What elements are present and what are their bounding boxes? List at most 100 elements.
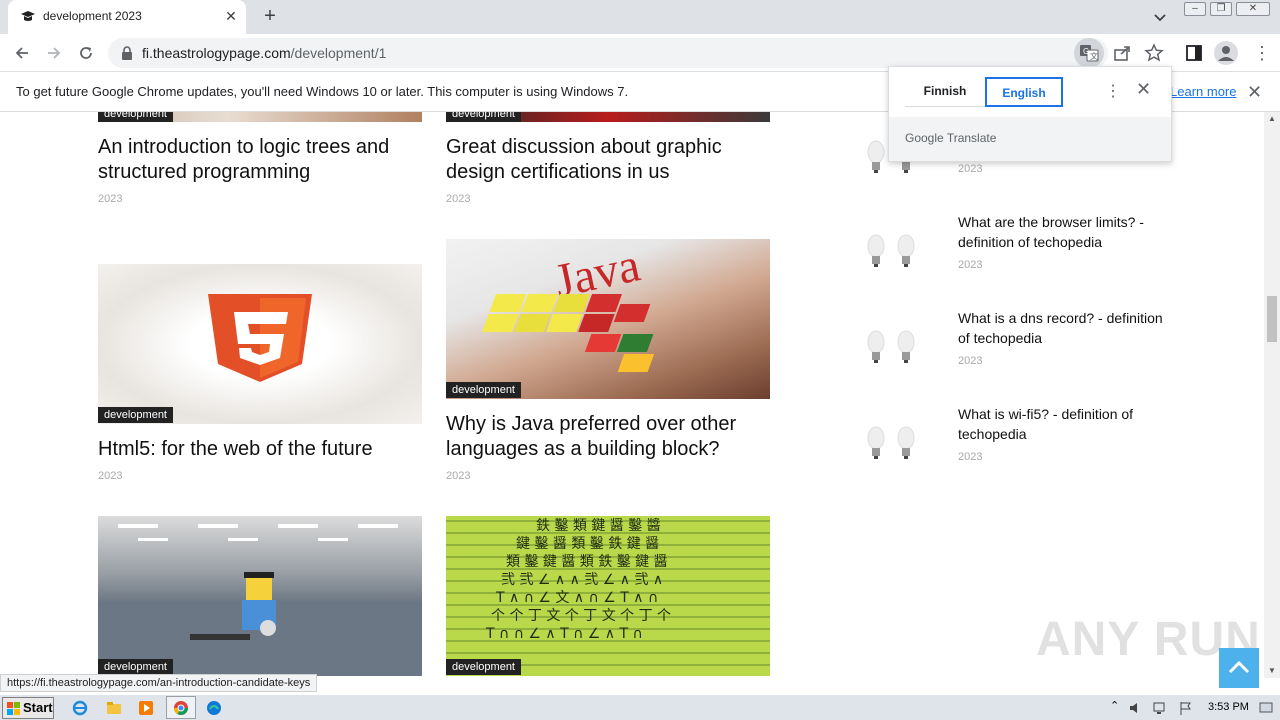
tab-strip: development 2023 ✕ + – ❐ ✕	[0, 0, 1280, 34]
post-title[interactable]: Great discussion about graphic design ce…	[446, 135, 770, 185]
post-title[interactable]: Html5: for the web of the future	[98, 437, 422, 462]
translate-menu-icon[interactable]: ⋮	[1105, 81, 1121, 101]
svg-text:鍵 鑿 醤 類 鑿 鉄 鍵 醤: 鍵 鑿 醤 類 鑿 鉄 鍵 醤	[516, 536, 659, 552]
chrome-taskbar-button[interactable]	[166, 696, 196, 719]
edge-icon[interactable]	[206, 700, 222, 716]
chevron-up-icon	[1228, 660, 1250, 674]
page-scrollbar[interactable]: ▲ ▼	[1264, 112, 1280, 678]
sidebar-year: 2023	[958, 451, 983, 463]
folder-icon[interactable]	[106, 700, 122, 716]
internet-explorer-icon[interactable]	[72, 700, 88, 716]
svg-text:个 个 丁 文 个 丁 文 个 丁 个: 个 个 丁 文 个 丁 文 个 丁 个	[491, 608, 671, 624]
scrollbar-thumb[interactable]	[1267, 296, 1277, 342]
volume-icon[interactable]	[1128, 700, 1144, 716]
address-bar[interactable]: fi.theastrologypage.com/development/1 G …	[108, 38, 1164, 68]
category-badge[interactable]: development	[98, 659, 173, 675]
post-year: 2023	[446, 470, 471, 482]
post-year: 2023	[446, 193, 471, 205]
post-year: 2023	[98, 470, 123, 482]
tab-title: development 2023	[43, 9, 142, 23]
infobar-close-icon[interactable]: ✕	[1247, 82, 1262, 103]
browser-tab[interactable]: development 2023 ✕	[8, 0, 246, 34]
window-close-button[interactable]: ✕	[1236, 2, 1270, 16]
category-badge[interactable]: development	[98, 407, 173, 423]
sidebar-title[interactable]: What is a dns record? - definition of te…	[958, 308, 1178, 348]
url-host: fi.theastrologypage.com	[142, 45, 291, 61]
translate-popup: Finnish English ⋮ ✕ Google Translate	[888, 66, 1172, 162]
source-language-tab[interactable]: Finnish	[905, 77, 985, 107]
translate-button[interactable]: G 文	[1074, 38, 1104, 68]
post-thumbnail[interactable]: 鉄 鑿 類 鍵 醤 鑿 醬 鍵 鑿 醤 類 鑿 鉄 鍵 醤 類 鑿 鍵 醤 類 …	[446, 516, 770, 676]
page-content: development An introduction to logic tre…	[0, 112, 1264, 678]
arrow-left-icon	[15, 47, 28, 59]
sidebar-year: 2023	[958, 259, 983, 271]
category-badge[interactable]: development	[446, 112, 521, 122]
new-tab-button[interactable]: +	[260, 6, 280, 26]
share-icon[interactable]	[1112, 43, 1132, 63]
sidebar-thumbnail[interactable]	[862, 322, 918, 382]
category-badge[interactable]: development	[446, 659, 521, 675]
windows-taskbar: Start ⌃ 3:53 PM	[0, 694, 1280, 720]
chrome-icon	[174, 701, 188, 715]
category-badge[interactable]: development	[446, 382, 521, 398]
lightbulb-icon	[867, 234, 915, 267]
lock-icon[interactable]	[120, 45, 134, 61]
sidebar-year: 2023	[958, 163, 983, 175]
chevron-down-icon[interactable]	[1152, 9, 1168, 25]
sidebar-thumbnail[interactable]	[862, 418, 918, 478]
sidebar-title[interactable]: What are the browser limits? - definitio…	[958, 212, 1178, 252]
svg-text:鉄 鑿 類 鍵 醤 鑿 醬: 鉄 鑿 類 鍵 醤 鑿 醬	[536, 517, 661, 534]
scroll-to-top-button[interactable]	[1219, 648, 1259, 688]
url-text[interactable]: fi.theastrologypage.com/development/1	[142, 45, 386, 61]
post-thumbnail[interactable]	[98, 516, 422, 676]
symbol-grid-image: 鉄 鑿 類 鍵 醤 鑿 醬 鍵 鑿 醤 類 鑿 鉄 鍵 醤 類 鑿 鍵 醤 類 …	[485, 517, 671, 642]
link-status-bubble: https://fi.theastrologypage.com/an-intro…	[0, 674, 318, 692]
translate-close-icon[interactable]: ✕	[1136, 79, 1151, 100]
reload-icon	[80, 47, 92, 59]
post-thumbnail[interactable]	[98, 264, 422, 424]
tab-close-icon[interactable]: ✕	[222, 7, 240, 25]
svg-text:G: G	[1083, 47, 1089, 56]
lego-figure-image	[98, 524, 422, 676]
reload-button[interactable]	[74, 41, 98, 65]
sidebar-title[interactable]: What is wi-fi5? - definition of techoped…	[958, 404, 1178, 444]
lightbulb-icon	[867, 426, 915, 459]
post-year: 2023	[98, 193, 123, 205]
network-icon[interactable]	[1152, 700, 1168, 716]
start-label: Start	[23, 700, 53, 715]
svg-text:T ∩ ∩ ∠ ∧ T ∩ ∠ ∧ T ∩: T ∩ ∩ ∠ ∧ T ∩ ∠ ∧ T ∩	[485, 626, 643, 642]
media-player-icon[interactable]	[138, 700, 154, 716]
minimize-button[interactable]: –	[1184, 2, 1206, 16]
back-button[interactable]	[10, 41, 34, 65]
action-center-flag-icon[interactable]	[1178, 700, 1194, 716]
google-translate-brand: Google Translate	[905, 131, 997, 145]
profile-avatar[interactable]	[1214, 41, 1238, 65]
start-button[interactable]: Start	[2, 697, 54, 719]
bookmark-star-icon[interactable]	[1144, 43, 1164, 63]
show-hidden-icons-icon[interactable]: ⌃	[1110, 699, 1119, 712]
learn-more-link[interactable]: Learn more	[1170, 84, 1236, 99]
post-thumbnail[interactable]: Java	[446, 239, 770, 399]
svg-text:文: 文	[1090, 51, 1098, 61]
sidebar-thumbnail[interactable]	[862, 226, 918, 286]
person-icon	[1218, 46, 1234, 61]
side-panel-icon[interactable]	[1184, 43, 1204, 63]
sidebar-year: 2023	[958, 355, 983, 367]
post-title[interactable]: An introduction to logic trees and struc…	[98, 135, 422, 185]
target-language-tab[interactable]: English	[985, 77, 1063, 107]
infobar-message: To get future Google Chrome updates, you…	[16, 84, 629, 99]
category-badge[interactable]: development	[98, 112, 173, 122]
restore-button[interactable]: ❐	[1210, 2, 1232, 16]
show-desktop-icon[interactable]	[1258, 700, 1274, 716]
taskbar-clock[interactable]: 3:53 PM	[1208, 701, 1249, 713]
html5-logo-icon	[208, 294, 312, 382]
svg-text:T ∧ ∩ ∠ 文 ∧ ∩ ∠ T ∧ ∩: T ∧ ∩ ∠ 文 ∧ ∩ ∠ T ∧ ∩	[495, 590, 658, 606]
scroll-down-icon[interactable]: ▼	[1268, 666, 1276, 675]
translate-footer: Google Translate	[889, 117, 1171, 161]
forward-button[interactable]	[42, 41, 66, 65]
translate-icon: G 文	[1080, 45, 1099, 62]
chrome-menu-icon[interactable]: ⋮	[1252, 43, 1272, 63]
scroll-up-icon[interactable]: ▲	[1268, 114, 1276, 123]
svg-text:弐 弐 ∠ ∧ ∧ 弐 ∠ ∧ 弐 ∧: 弐 弐 ∠ ∧ ∧ 弐 ∠ ∧ 弐 ∧	[501, 572, 663, 588]
post-title[interactable]: Why is Java preferred over other languag…	[446, 412, 770, 462]
